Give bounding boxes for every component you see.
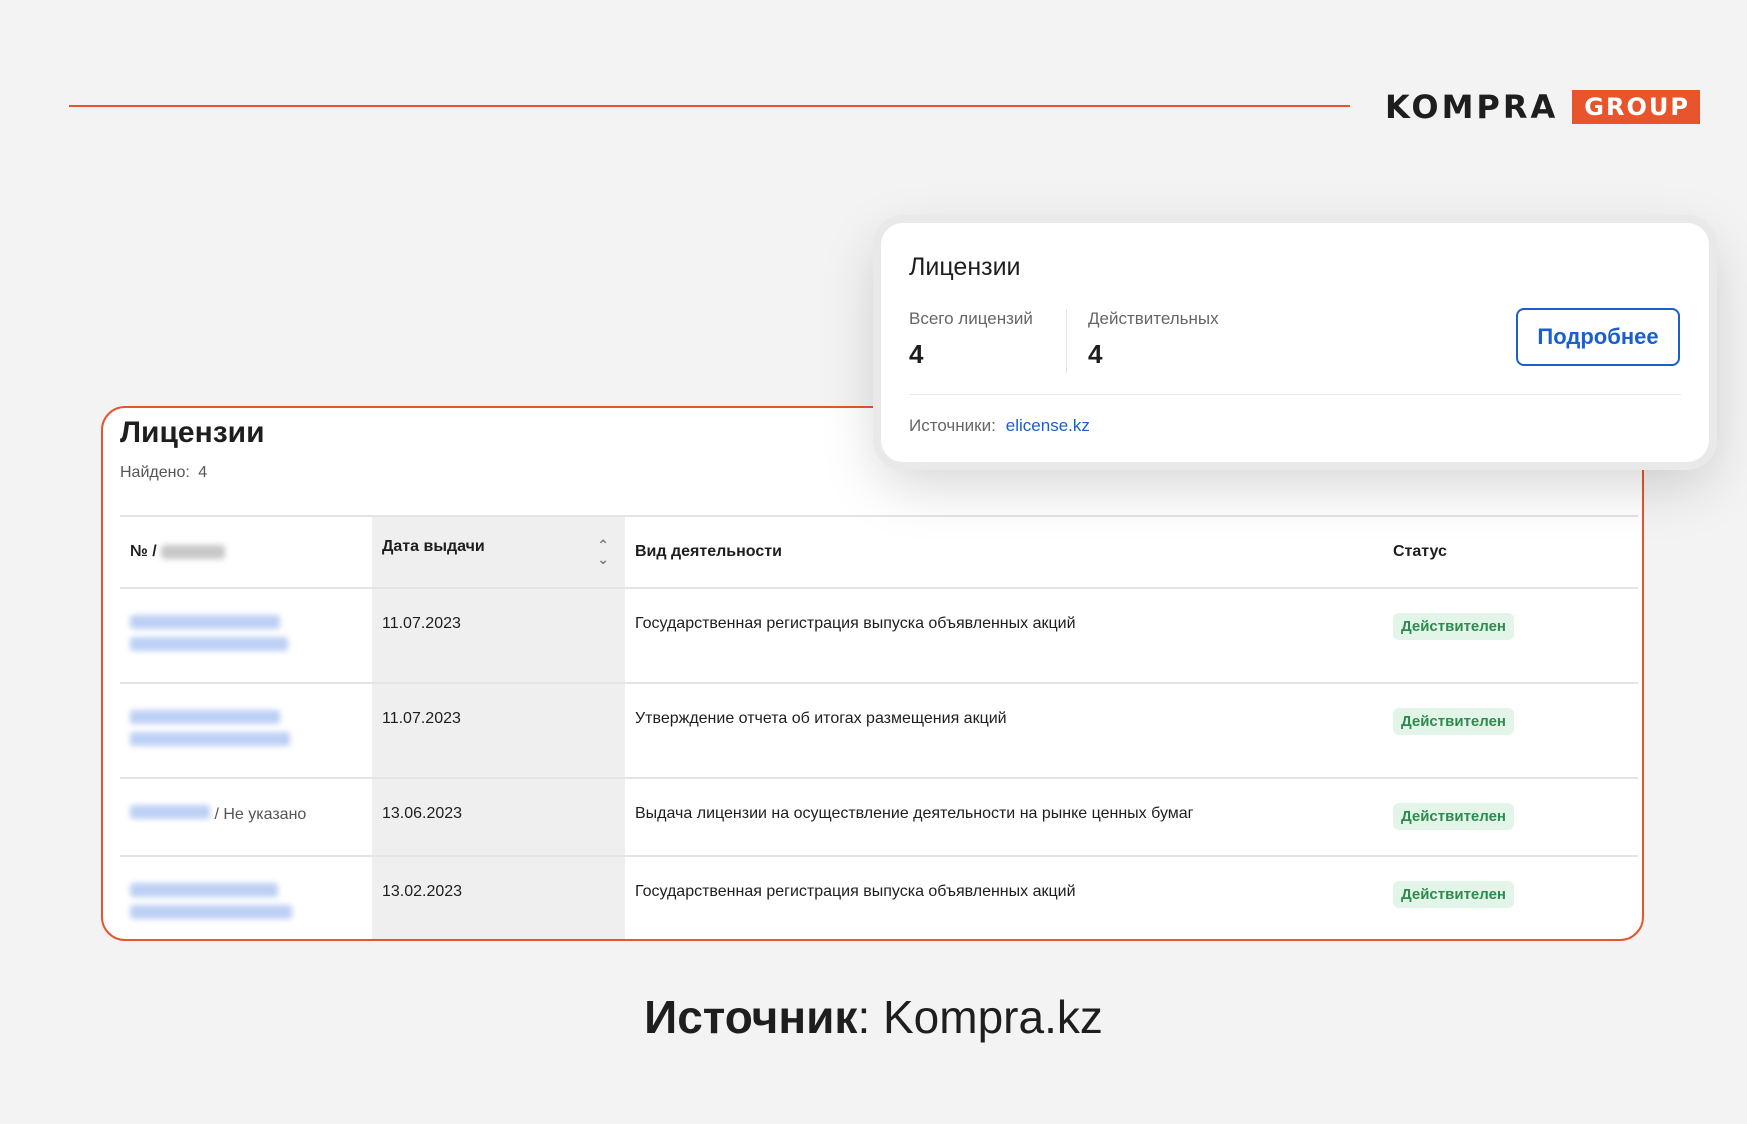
footer-source-label: Источник	[644, 991, 858, 1043]
redacted-license-number[interactable]	[130, 637, 288, 651]
redacted-license-number[interactable]	[130, 732, 290, 746]
table-header-row: № / Дата выдачи ⌃ ⌄ Вид деятельности Стат…	[120, 515, 1638, 589]
status-badge: Действителен	[1393, 613, 1514, 640]
brand-logo: KOMPRA GROUP	[1385, 88, 1700, 126]
found-label: Найдено:	[120, 464, 190, 481]
licenses-table: № / Дата выдачи ⌃ ⌄ Вид деятельности Стат…	[120, 515, 1638, 939]
date-cell: 13.06.2023	[372, 778, 625, 857]
status-cell: Действителен	[1383, 856, 1638, 939]
source-link[interactable]: elicense.kz	[1006, 416, 1090, 435]
redacted-license-number[interactable]	[130, 805, 210, 819]
redacted-column-name	[161, 544, 226, 559]
table-row: 13.02.2023 Государственная регистрация в…	[120, 856, 1638, 939]
header-divider-line	[69, 105, 1350, 107]
status-cell: Действителен	[1383, 588, 1638, 684]
date-cell: 13.02.2023	[372, 856, 625, 939]
status-badge: Действителен	[1393, 881, 1514, 908]
card-title: Лицензии	[120, 416, 265, 449]
license-number-cell[interactable]	[120, 856, 372, 939]
details-button[interactable]: Подробнее	[1516, 308, 1680, 366]
footer-source-caption: Источник: Kompra.kz	[644, 991, 1103, 1043]
not-specified-text: Не указано	[223, 806, 307, 823]
license-number-cell[interactable]	[120, 683, 372, 779]
activity-cell: Государственная регистрация выпуска объя…	[625, 588, 1383, 684]
found-count: Найдено: 4	[120, 464, 207, 482]
date-cell: 11.07.2023	[372, 588, 625, 684]
activity-cell: Государственная регистрация выпуска объя…	[635, 883, 1076, 900]
redacted-license-number[interactable]	[130, 710, 280, 724]
valid-licenses-label: Действительных	[1088, 309, 1219, 328]
sources-label: Источники:	[909, 416, 996, 435]
activity-cell: Утверждение отчета об итогах размещения …	[625, 683, 1383, 779]
valid-licenses-value: 4	[1088, 339, 1103, 369]
table-row: 11.07.2023 Государственная регистрация в…	[120, 588, 1638, 684]
licenses-table-card: Лицензии Найдено: 4 № / Дата выдачи ⌃ ⌄ В…	[101, 406, 1644, 941]
status-cell: Действителен	[1383, 778, 1638, 857]
found-value: 4	[198, 464, 208, 481]
license-number-cell[interactable]: / Не указано	[120, 778, 372, 857]
column-header-activity[interactable]: Вид деятельности	[625, 515, 1383, 589]
table-row: 11.07.2023 Утверждение отчета об итогах …	[120, 683, 1638, 779]
status-badge: Действителен	[1393, 708, 1514, 735]
total-licenses-stat: Всего лицензий 4	[909, 309, 1033, 370]
redacted-license-number[interactable]	[130, 883, 278, 897]
sources-row: Источники: elicense.kz	[909, 416, 1090, 436]
status-cell: Действителен	[1383, 683, 1638, 779]
column-header-date[interactable]: Дата выдачи ⌃ ⌄	[372, 515, 625, 589]
column-header-number[interactable]: № /	[120, 515, 372, 589]
valid-licenses-stat: Действительных 4	[1088, 309, 1219, 370]
sort-icon[interactable]: ⌃ ⌄	[597, 538, 609, 566]
footer-source-value: Kompra.kz	[883, 991, 1103, 1043]
total-licenses-value: 4	[909, 339, 924, 369]
licenses-summary-popup: Лицензии Всего лицензий 4 Действительных…	[881, 223, 1709, 462]
redacted-license-number[interactable]	[130, 905, 292, 919]
license-number-cell[interactable]	[120, 588, 372, 684]
total-licenses-label: Всего лицензий	[909, 309, 1033, 328]
brand-name: KOMPRA	[1385, 88, 1559, 126]
popup-divider	[909, 394, 1681, 395]
popup-title: Лицензии	[909, 253, 1021, 281]
brand-tag: GROUP	[1572, 90, 1700, 124]
redacted-license-number[interactable]	[130, 615, 280, 629]
table-row: / Не указано 13.06.2023 Выдача лицензии …	[120, 778, 1638, 857]
stat-divider	[1066, 309, 1067, 373]
date-cell: 11.07.2023	[372, 683, 625, 779]
status-badge: Действителен	[1393, 803, 1514, 830]
activity-cell: Выдача лицензии на осуществление деятель…	[625, 778, 1383, 857]
column-header-status[interactable]: Статус	[1383, 515, 1638, 589]
